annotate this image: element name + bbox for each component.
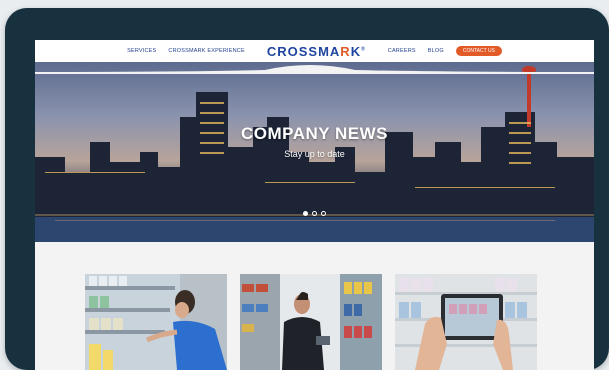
hero-title: COMPANY NEWS [240, 124, 389, 143]
news-card-merchandiser[interactable] [240, 274, 382, 370]
hero-banner: COMPANY NEWS Stay up to date [35, 62, 594, 242]
news-cards [85, 274, 537, 370]
phone-photographing-shelf-image [395, 274, 537, 370]
contact-us-button[interactable]: CONTACT US [455, 46, 502, 56]
shopper-stocking-shelf-image [85, 274, 227, 370]
nav-crossmark-experience[interactable]: CROSSMARK EXPERIENCE [168, 48, 244, 54]
hero-wave-divider [35, 65, 594, 74]
nav-careers[interactable]: CAREERS [388, 48, 416, 54]
crossmark-logo[interactable]: CROSSMARK® [267, 44, 366, 59]
nav-services[interactable]: SERVICES [127, 48, 156, 54]
nav-blog[interactable]: BLOG [428, 48, 444, 54]
news-card-shopper[interactable] [85, 274, 227, 370]
top-navigation: SERVICES CROSSMARK EXPERIENCE CROSSMARK®… [35, 40, 594, 62]
carousel-dot-2[interactable] [312, 211, 317, 216]
monitor-frame: SERVICES CROSSMARK EXPERIENCE CROSSMARK®… [5, 8, 609, 370]
website-screen: SERVICES CROSSMARK EXPERIENCE CROSSMARK®… [35, 40, 594, 370]
carousel-dot-1[interactable] [303, 211, 308, 216]
merchandiser-with-tablet-image [240, 274, 382, 370]
news-card-phone[interactable] [395, 274, 537, 370]
hero-subtitle: Stay up to date [284, 149, 345, 159]
carousel-dot-3[interactable] [321, 211, 326, 216]
carousel-dots [35, 211, 594, 216]
